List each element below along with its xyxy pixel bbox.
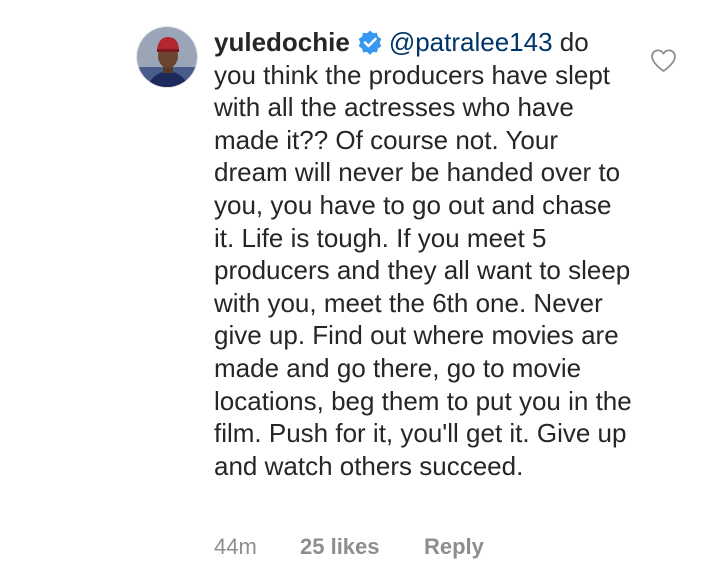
comment-username[interactable]: yuledochie — [214, 27, 350, 57]
comment-text: do you think the producers have slept wi… — [214, 27, 632, 481]
likes-count[interactable]: 25 likes — [300, 534, 424, 562]
comment-mention-link[interactable]: @patralee143 — [389, 27, 553, 57]
heart-outline-icon[interactable] — [650, 48, 677, 73]
comment-body: yuledochie @patralee143 do you think the… — [214, 26, 634, 482]
avatar[interactable] — [136, 26, 198, 88]
verified-badge-icon — [357, 29, 383, 55]
comment-timestamp: 44m — [214, 534, 257, 559]
reply-button[interactable]: Reply — [424, 534, 484, 562]
comment-meta: 44m 25 likes Reply — [214, 534, 484, 562]
